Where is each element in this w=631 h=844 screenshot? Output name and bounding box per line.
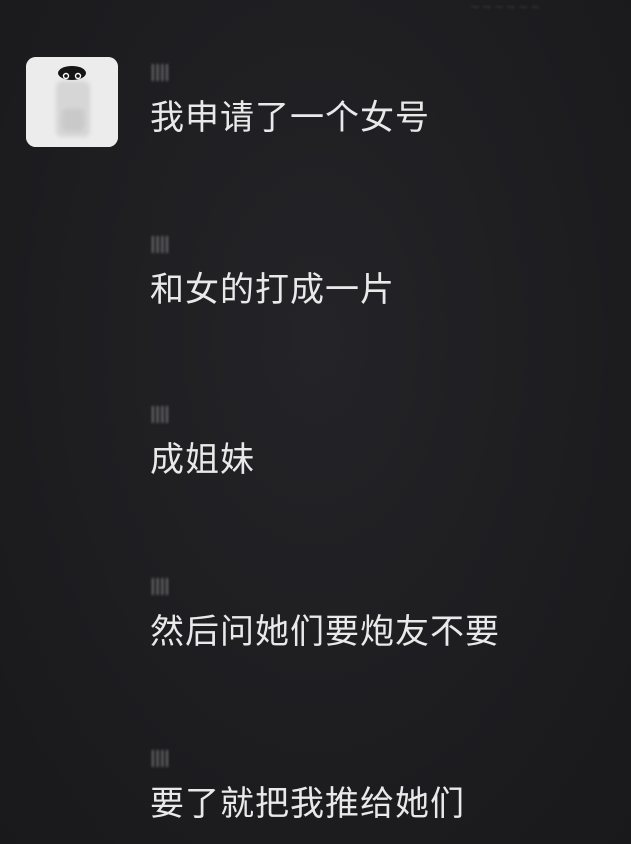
message-item: |||| 然后问她们要炮友不要 bbox=[150, 576, 610, 652]
message-item: |||| 要了就把我推给她们 bbox=[150, 748, 610, 824]
top-faded-text: ~~~~~~ bbox=[470, 0, 543, 14]
avatar[interactable] bbox=[26, 57, 118, 147]
avatar-image-icon bbox=[26, 57, 118, 147]
message-text: 要了就把我推给她们 bbox=[150, 784, 465, 824]
message-text: 和女的打成一片 bbox=[150, 270, 395, 310]
message-text: 成姐妹 bbox=[150, 440, 255, 480]
message-item: |||| 我申请了一个女号 bbox=[150, 62, 610, 138]
message-text: 我申请了一个女号 bbox=[150, 98, 430, 138]
message-item: |||| 和女的打成一片 bbox=[150, 234, 610, 310]
message-item: |||| 成姐妹 bbox=[150, 404, 610, 480]
sender-name: |||| bbox=[150, 404, 170, 424]
sender-name: |||| bbox=[150, 234, 170, 254]
sender-name: |||| bbox=[150, 748, 170, 768]
sender-name: |||| bbox=[150, 576, 170, 596]
message-text: 然后问她们要炮友不要 bbox=[150, 612, 500, 652]
sender-name: |||| bbox=[150, 62, 170, 82]
chat-screen: ~~~~~~ |||| 我申请了一个女号 |||| 和女的打成一片 |||| 成… bbox=[0, 0, 631, 844]
